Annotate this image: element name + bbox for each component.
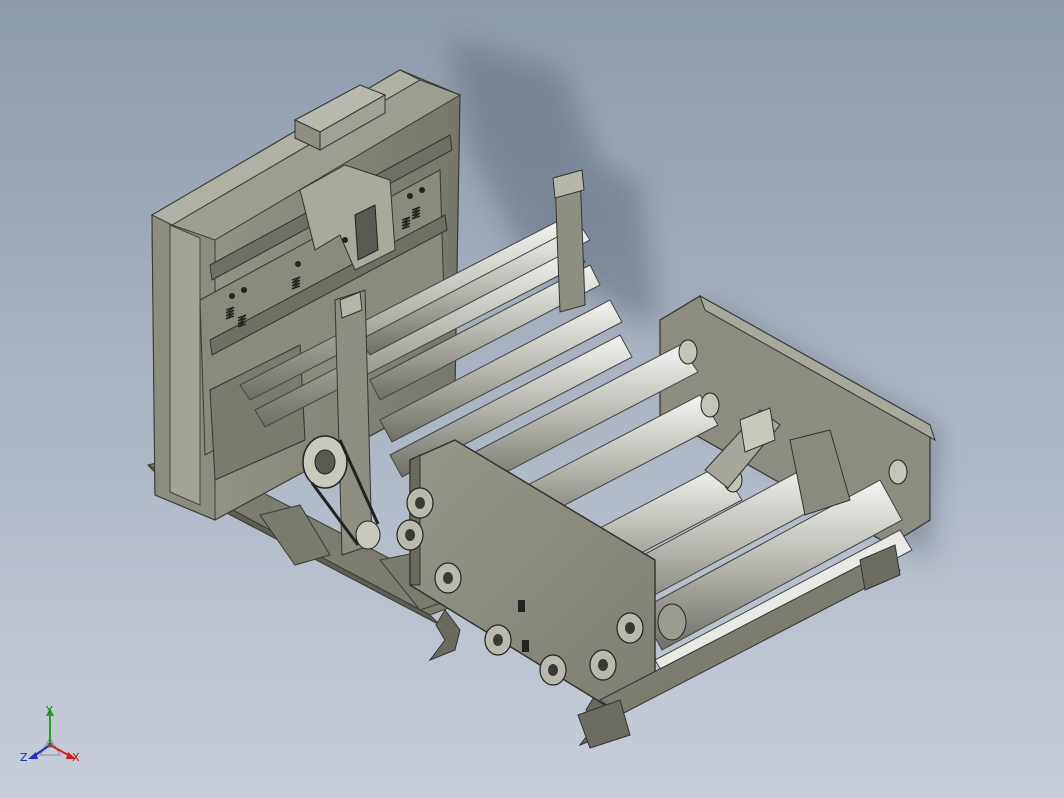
side-plate-front: [396, 439, 656, 706]
x-axis-label: X: [72, 751, 80, 764]
orientation-triad[interactable]: X Y Z: [18, 700, 98, 772]
z-axis-arrow: [28, 752, 38, 759]
triad-axes: [28, 708, 76, 759]
z-axis-label: Z: [20, 751, 28, 764]
graphics-viewport[interactable]: X Y Z: [0, 0, 1064, 798]
cad-model[interactable]: [0, 0, 1064, 798]
y-axis-label: Y: [46, 704, 53, 717]
